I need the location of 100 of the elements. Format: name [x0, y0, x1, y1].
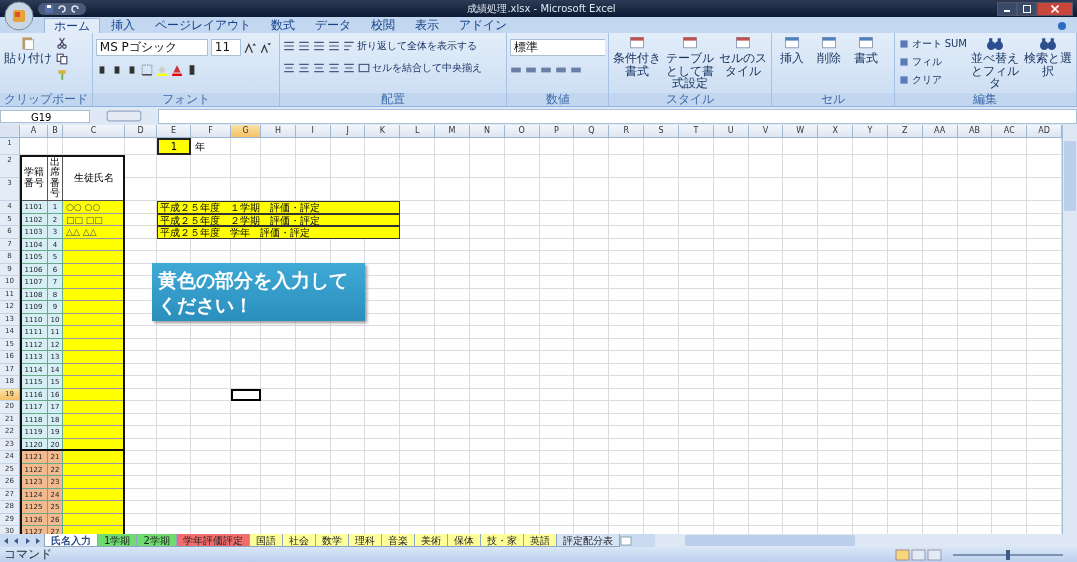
align-icon[interactable]: [283, 40, 296, 52]
save-icon[interactable]: [44, 3, 54, 14]
align-icon[interactable]: [313, 62, 326, 74]
align-icon[interactable]: [328, 40, 341, 52]
student-name-cell[interactable]: [63, 376, 125, 389]
sheet-tab[interactable]: 学年評価評定: [175, 534, 250, 547]
scissors-icon[interactable]: [56, 37, 68, 49]
minimize-button[interactable]: [997, 1, 1017, 16]
grow-font-icon[interactable]: [243, 41, 256, 54]
sheet-tab[interactable]: 1学期: [97, 534, 138, 547]
column-header[interactable]: E: [157, 125, 191, 138]
copy-icon[interactable]: [56, 53, 68, 65]
undo-icon[interactable]: [57, 3, 67, 14]
shrink-font-icon[interactable]: [258, 41, 271, 54]
student-name-cell[interactable]: [63, 301, 125, 314]
student-name-cell[interactable]: [63, 451, 125, 464]
sheet-tab[interactable]: 音楽: [380, 534, 415, 547]
sheet-tab[interactable]: 氏名入力: [44, 534, 98, 547]
merge-center-button[interactable]: セルを結合して中央揃え: [358, 61, 483, 75]
cell-button[interactable]: 書式: [849, 35, 884, 65]
sheet-tab[interactable]: 理科: [347, 534, 382, 547]
column-header[interactable]: V: [748, 125, 784, 138]
column-header[interactable]: Y: [853, 125, 888, 138]
student-name-cell[interactable]: [63, 351, 125, 364]
help-icon[interactable]: [1057, 21, 1067, 31]
ribbon-tab[interactable]: 表示: [406, 18, 448, 33]
column-header[interactable]: X: [818, 125, 854, 138]
term-title-cell[interactable]: 平成２５年度 １学期 評価・評定: [157, 201, 401, 214]
align-icon[interactable]: [298, 40, 311, 52]
column-header[interactable]: D: [125, 125, 157, 138]
term-title-cell[interactable]: 平成２５年度 学年 評価・評定: [157, 226, 401, 239]
number-format-field[interactable]: 標準: [510, 39, 606, 56]
sheet-tab[interactable]: 数学: [314, 534, 349, 547]
column-header[interactable]: I: [295, 125, 331, 138]
column-header[interactable]: G: [231, 125, 261, 138]
sheet-tab[interactable]: 英語: [522, 534, 557, 547]
column-header[interactable]: Z: [887, 125, 923, 138]
align-icon[interactable]: [283, 62, 296, 74]
sheet-tab[interactable]: 国語: [248, 534, 283, 547]
column-header[interactable]: W: [783, 125, 819, 138]
ribbon-tab[interactable]: 数式: [262, 18, 304, 33]
formula-input[interactable]: [158, 108, 1077, 124]
column-header[interactable]: K: [365, 125, 401, 138]
sheet-tab[interactable]: 2学期: [136, 534, 177, 547]
close-button[interactable]: [1037, 1, 1073, 16]
sheet-tab[interactable]: 美術: [413, 534, 448, 547]
column-header[interactable]: Q: [574, 125, 610, 138]
border-icon[interactable]: [140, 64, 153, 76]
column-header[interactable]: N: [469, 125, 505, 138]
scroll-thumb[interactable]: [684, 535, 855, 546]
horizontal-scrollbar[interactable]: [654, 534, 1077, 547]
column-header[interactable]: M: [435, 125, 470, 138]
student-name-cell[interactable]: [63, 401, 125, 414]
editing-button[interactable]: クリア: [897, 73, 967, 87]
style-button[interactable]: セルのスタイル: [718, 35, 769, 78]
cell-button[interactable]: 挿入: [775, 35, 810, 65]
paste-button[interactable]: 貼り付け: [3, 35, 53, 65]
ribbon-tab[interactable]: 校閲: [362, 18, 404, 33]
font-name-field[interactable]: MS Pゴシック: [95, 39, 208, 56]
align-icon[interactable]: [313, 40, 326, 52]
column-header[interactable]: S: [644, 125, 679, 138]
sheet-tab[interactable]: 保体: [446, 534, 481, 547]
ribbon-tab[interactable]: ページレイアウト: [146, 18, 260, 33]
zoom-thumb[interactable]: [1006, 549, 1010, 560]
column-header[interactable]: R: [609, 125, 645, 138]
column-header[interactable]: U: [713, 125, 749, 138]
column-header[interactable]: H: [261, 125, 296, 138]
column-header[interactable]: AC: [992, 125, 1028, 138]
column-header[interactable]: L: [400, 125, 436, 138]
sheet-tab[interactable]: 評定配分表: [555, 534, 620, 547]
editing-large-button[interactable]: 検索と選択: [1023, 35, 1073, 78]
editing-button[interactable]: フィル: [897, 55, 967, 69]
maximize-button[interactable]: [1017, 1, 1037, 16]
fill-color-icon[interactable]: [155, 64, 168, 76]
student-name-cell[interactable]: △△ △△: [63, 226, 125, 239]
column-header[interactable]: F: [191, 125, 231, 138]
column-header[interactable]: AD: [1027, 125, 1062, 138]
student-name-cell[interactable]: [63, 251, 125, 264]
student-name-cell[interactable]: [63, 326, 125, 339]
student-name-cell[interactable]: [63, 426, 125, 439]
ribbon-tab[interactable]: アドイン: [450, 18, 516, 33]
column-header[interactable]: O: [504, 125, 540, 138]
student-name-cell[interactable]: [63, 476, 125, 489]
column-header[interactable]: C: [63, 125, 125, 138]
vertical-scrollbar[interactable]: [1062, 125, 1077, 534]
student-name-cell[interactable]: ○○ ○○: [63, 201, 125, 214]
column-header[interactable]: T: [678, 125, 714, 138]
ribbon-tab[interactable]: ホーム: [44, 18, 100, 33]
ribbon-tab[interactable]: 挿入: [102, 18, 144, 33]
wrap-text-button[interactable]: 折り返して全体を表示する: [343, 39, 478, 53]
font-color-icon[interactable]: [170, 64, 183, 76]
align-icon[interactable]: [328, 62, 341, 74]
column-header[interactable]: AB: [957, 125, 993, 138]
cell-button[interactable]: 削除: [812, 35, 847, 65]
student-name-cell[interactable]: [63, 501, 125, 514]
column-header[interactable]: AA: [922, 125, 958, 138]
name-box[interactable]: G19: [0, 109, 90, 123]
column-header[interactable]: J: [330, 125, 366, 138]
sheet-tab[interactable]: 技・家: [479, 534, 524, 547]
editing-button[interactable]: オート SUM: [897, 37, 967, 51]
